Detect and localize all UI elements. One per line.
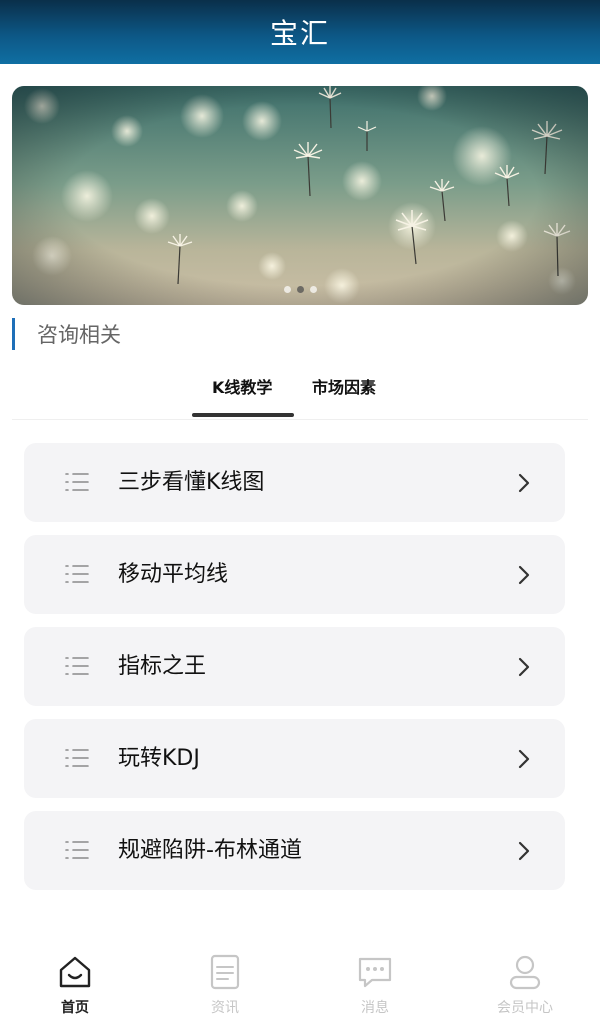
tab-bar: K线教学 市场因素 xyxy=(12,360,588,420)
nav-item-messages[interactable]: 消息 xyxy=(300,953,450,1017)
list-item-label: 玩转KDJ xyxy=(118,746,200,771)
tab-k-line-teaching[interactable]: K线教学 xyxy=(212,374,272,398)
chevron-right-icon xyxy=(518,657,530,677)
bottom-navigation: 首页 资讯 消息 会员中心 xyxy=(0,945,600,1032)
list-icon xyxy=(65,565,89,583)
home-icon xyxy=(59,956,91,988)
list-icon xyxy=(65,657,89,675)
nav-label: 首页 xyxy=(61,1000,89,1016)
list-item[interactable]: 玩转KDJ xyxy=(24,719,565,798)
nav-label: 会员中心 xyxy=(497,1000,553,1016)
section-header: 咨询相关 xyxy=(12,318,121,350)
banner-image xyxy=(12,86,588,305)
nav-label: 消息 xyxy=(361,1000,389,1016)
chevron-right-icon xyxy=(518,841,530,861)
list-item[interactable]: 移动平均线 xyxy=(24,535,565,614)
banner-carousel[interactable] xyxy=(12,86,588,305)
carousel-dot[interactable] xyxy=(283,286,291,293)
list-icon xyxy=(65,473,89,491)
app-header: 宝汇 xyxy=(0,0,600,64)
chevron-right-icon xyxy=(518,565,530,585)
list-icon xyxy=(65,749,89,767)
nav-item-member-center[interactable]: 会员中心 xyxy=(450,953,600,1017)
message-icon xyxy=(358,957,392,988)
list-item-label: 移动平均线 xyxy=(118,562,229,587)
chevron-right-icon xyxy=(518,473,530,493)
section-title: 咨询相关 xyxy=(37,323,121,347)
list-icon xyxy=(65,841,89,859)
chevron-right-icon xyxy=(518,749,530,769)
list-item-label: 三步看懂K线图 xyxy=(118,470,265,495)
list-item-label: 规避陷阱-布林通道 xyxy=(118,838,302,863)
nav-item-news[interactable]: 资讯 xyxy=(150,953,300,1017)
article-list: 三步看懂K线图 移动平均线 指标之王 玩转KDJ 规避陷阱-布林通道 xyxy=(24,443,565,903)
nav-label: 资讯 xyxy=(211,1000,239,1016)
user-icon xyxy=(509,955,541,990)
list-item-label: 指标之王 xyxy=(118,654,207,679)
active-tab-indicator xyxy=(192,413,294,417)
app-title: 宝汇 xyxy=(269,17,330,50)
list-item[interactable]: 三步看懂K线图 xyxy=(24,443,565,522)
carousel-dot-active[interactable] xyxy=(296,286,304,293)
news-icon xyxy=(210,954,240,990)
tab-market-factors[interactable]: 市场因素 xyxy=(312,374,376,398)
carousel-indicator[interactable] xyxy=(12,286,588,293)
nav-item-home[interactable]: 首页 xyxy=(0,953,150,1017)
list-item[interactable]: 指标之王 xyxy=(24,627,565,706)
list-item[interactable]: 规避陷阱-布林通道 xyxy=(24,811,565,890)
carousel-dot[interactable] xyxy=(309,286,317,293)
